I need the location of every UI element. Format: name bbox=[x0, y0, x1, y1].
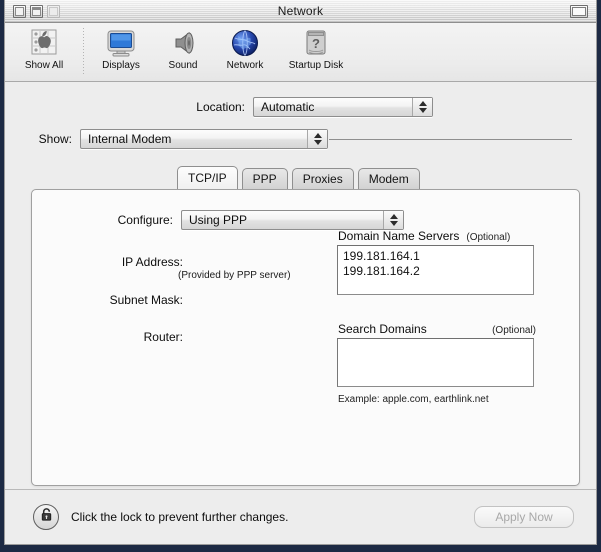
dns-optional-label: (Optional) bbox=[466, 232, 511, 243]
apple-grid-icon bbox=[27, 26, 61, 59]
location-label: Location: bbox=[196, 100, 245, 114]
zoom-box-icon[interactable] bbox=[47, 4, 60, 18]
network-preferences-window: Network Show All Displays Sound Network … bbox=[4, 0, 597, 545]
window-title: Network bbox=[277, 4, 324, 18]
tab-modem[interactable]: Modem bbox=[357, 168, 420, 189]
search-domains-title: Search Domains bbox=[338, 322, 427, 336]
location-popup-button[interactable]: Automatic bbox=[253, 97, 433, 117]
dns-title: Domain Name Servers bbox=[338, 229, 460, 243]
window-titlebar[interactable]: Network bbox=[5, 0, 596, 23]
close-box-icon[interactable] bbox=[13, 4, 26, 18]
tab-label: Modem bbox=[368, 172, 409, 186]
location-row: Location: Automatic bbox=[181, 97, 433, 117]
globe-icon bbox=[228, 26, 262, 59]
tab-label: Proxies bbox=[302, 172, 343, 186]
toolbar-item-sound[interactable]: Sound bbox=[152, 26, 214, 71]
ip-address-label: IP Address: bbox=[121, 255, 183, 269]
toolbar-item-startup-disk[interactable]: ? Startup Disk bbox=[276, 26, 356, 71]
display-monitor-icon bbox=[104, 26, 138, 59]
search-domains-optional-label: (Optional) bbox=[492, 325, 536, 336]
dns-line-2: 199.181.164.2 bbox=[343, 264, 420, 278]
chevron-updown-icon bbox=[383, 211, 403, 229]
configure-popup-button[interactable]: Using PPP bbox=[181, 210, 404, 230]
search-domains-header: Search Domains (Optional) bbox=[338, 322, 536, 336]
configure-label: Configure: bbox=[117, 213, 173, 227]
hard-disk-question-icon: ? bbox=[299, 26, 333, 59]
tcpip-tab-panel: Configure: Using PPP IP Address: (Provid… bbox=[31, 189, 580, 486]
tab-bar: TCP/IP PPP Proxies Modem bbox=[177, 166, 420, 189]
show-popup-button[interactable]: Internal Modem bbox=[80, 129, 328, 149]
tab-ppp[interactable]: PPP bbox=[241, 168, 288, 189]
configure-value: Using PPP bbox=[189, 213, 248, 227]
toolbar-item-label: Network bbox=[226, 60, 264, 71]
toolbar-item-label: Sound bbox=[168, 60, 198, 71]
dns-line-1: 199.181.164.1 bbox=[343, 249, 420, 263]
tab-proxies[interactable]: Proxies bbox=[291, 168, 354, 189]
dns-input[interactable]: 199.181.164.1 199.181.164.2 bbox=[337, 245, 534, 295]
dns-header: Domain Name Servers (Optional) bbox=[338, 229, 538, 243]
show-value: Internal Modem bbox=[88, 132, 172, 146]
preferences-toolbar: Show All Displays Sound Network ? Startu… bbox=[5, 23, 596, 82]
lock-button[interactable] bbox=[33, 504, 59, 530]
search-domains-example: Example: apple.com, earthlink.net bbox=[338, 394, 489, 405]
show-row: Show: Internal Modem bbox=[30, 129, 328, 149]
windowshade-box-icon[interactable] bbox=[570, 4, 588, 18]
search-domains-input[interactable] bbox=[337, 338, 534, 387]
toolbar-item-displays[interactable]: Displays bbox=[90, 26, 152, 71]
router-label: Router: bbox=[143, 330, 183, 344]
chevron-updown-icon bbox=[307, 130, 327, 148]
svg-text:?: ? bbox=[312, 36, 320, 51]
window-controls bbox=[13, 4, 60, 18]
toolbar-item-network[interactable]: Network bbox=[214, 26, 276, 71]
tab-label: TCP/IP bbox=[188, 171, 227, 185]
speaker-icon bbox=[166, 26, 200, 59]
toolbar-item-show-all[interactable]: Show All bbox=[11, 26, 77, 71]
show-label: Show: bbox=[38, 132, 72, 146]
tab-tcpip[interactable]: TCP/IP bbox=[177, 166, 238, 189]
lock-hint-text: Click the lock to prevent further change… bbox=[71, 510, 289, 524]
preferences-content: Location: Automatic Show: Internal Modem bbox=[5, 82, 596, 544]
toolbar-separator bbox=[83, 28, 84, 76]
padlock-unlocked-icon bbox=[39, 507, 54, 527]
toolbar-item-label: Displays bbox=[102, 60, 140, 71]
configure-row: Configure: Using PPP bbox=[101, 210, 404, 230]
show-row-separator bbox=[329, 139, 572, 140]
toolbar-item-label: Show All bbox=[24, 60, 64, 71]
bottom-bar: Click the lock to prevent further change… bbox=[5, 489, 596, 544]
toolbar-item-label: Startup Disk bbox=[288, 60, 344, 71]
collapse-box-icon[interactable] bbox=[30, 4, 43, 18]
chevron-updown-icon bbox=[412, 98, 432, 116]
ip-address-provided-note: (Provided by PPP server) bbox=[178, 270, 291, 281]
subnet-mask-label: Subnet Mask: bbox=[109, 293, 183, 307]
apply-now-button[interactable]: Apply Now bbox=[474, 506, 574, 528]
location-value: Automatic bbox=[261, 100, 315, 114]
tab-label: PPP bbox=[252, 172, 277, 186]
